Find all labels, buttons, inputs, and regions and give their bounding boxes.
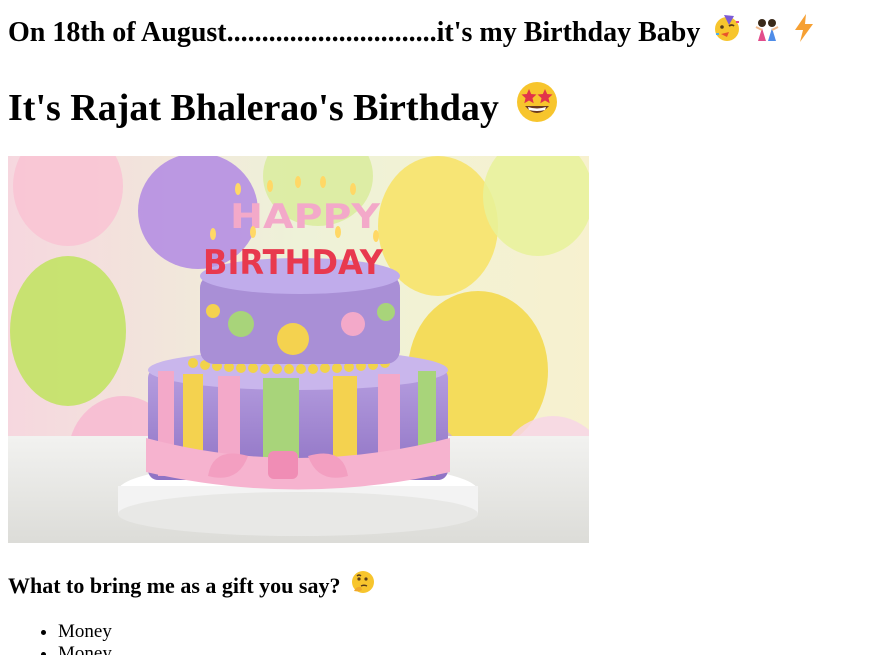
page-title: It's Rajat Bhalerao's Birthday	[8, 80, 559, 135]
birthday-date-heading: On 18th of August.......................…	[8, 13, 816, 53]
gift-question-text: What to bring me as a gift you say?	[8, 572, 341, 598]
list-item: Money	[58, 621, 112, 643]
cake-candle-letters-birthday: BIRTHDAY	[203, 243, 383, 283]
list-item: Money	[58, 643, 112, 655]
dancing-people-icon	[752, 13, 782, 53]
partying-face-icon	[712, 13, 742, 53]
birthday-cake-photo: HAPPY BIRTHDAY	[8, 156, 589, 543]
page: On 18th of August.......................…	[0, 0, 874, 655]
lightning-bolt-icon	[792, 13, 816, 53]
gift-question-heading: What to bring me as a gift you say?	[8, 569, 376, 602]
thinking-face-icon	[350, 569, 376, 602]
page-title-text: It's Rajat Bhalerao's Birthday	[8, 86, 499, 129]
gift-list: Money Money	[0, 621, 112, 655]
star-struck-face-icon	[515, 80, 559, 135]
birthday-date-text: On 18th of August.......................…	[8, 17, 701, 48]
